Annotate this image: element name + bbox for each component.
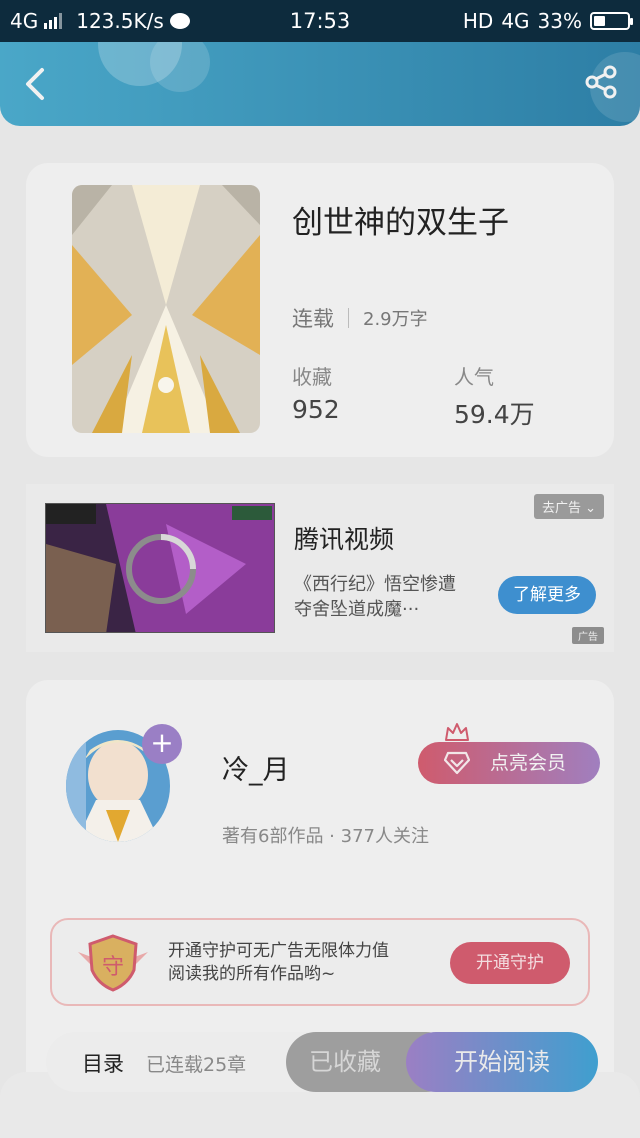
vip-button-label: 点亮会员: [490, 752, 567, 774]
guard-text-line2: 阅读我的所有作品哟~: [168, 964, 336, 984]
crown-icon: [445, 723, 469, 741]
divider: [348, 308, 349, 328]
book-cover[interactable]: [72, 185, 260, 433]
hd-indicator: HD: [462, 9, 494, 33]
network-type-right: 4G: [501, 9, 530, 33]
book-title: 创世神的双生子: [292, 205, 509, 241]
diamond-icon: [444, 751, 470, 775]
status-right: HD 4G 33%: [462, 9, 633, 33]
ad-tag: 广告: [572, 627, 604, 644]
remove-ad-label: 去广告: [541, 501, 581, 516]
serial-status: 连载: [292, 307, 334, 331]
chapter-count: 已连载25章: [146, 1054, 247, 1076]
guard-promo: 守 开通守护可无广告无限体力值 阅读我的所有作品哟~ 开通守护: [50, 918, 590, 1006]
guard-shield-icon: 守: [78, 934, 148, 992]
vip-button[interactable]: 点亮会员: [418, 742, 600, 784]
guard-text-line1: 开通守护可无广告无限体力值: [168, 941, 389, 961]
ad-banner[interactable]: 腾讯视频 《西行纪》悟空惨遭夺舍坠道成魔··· 去广告 ⌄ 了解更多 广告: [26, 484, 614, 652]
popularity-value: 59.4万: [454, 400, 535, 429]
ad-image[interactable]: [45, 503, 275, 633]
guard-text: 开通守护可无广告无限体力值 阅读我的所有作品哟~: [168, 940, 389, 986]
book-status-row: 连载 2.9万字: [292, 303, 428, 333]
collected-label: 已收藏: [309, 1048, 381, 1076]
ad-description: 《西行纪》悟空惨遭夺舍坠道成魔···: [294, 574, 456, 620]
word-count: 2.9万字: [363, 309, 428, 330]
battery-percent: 33%: [537, 9, 582, 33]
chevron-down-icon: ⌄: [585, 501, 596, 516]
toc-button[interactable]: 目录: [82, 1048, 124, 1078]
chevron-left-icon[interactable]: [18, 64, 54, 104]
guard-badge-char: 守: [102, 955, 124, 980]
author-info: 著有6部作品 · 377人关注: [222, 826, 429, 847]
ad-title: 腾讯视频: [294, 525, 395, 554]
remove-ad-button[interactable]: 去广告 ⌄: [533, 494, 604, 519]
start-reading-button[interactable]: 开始阅读: [406, 1032, 598, 1092]
bottom-action-bar: 目录 已连载25章 已收藏 开始阅读: [46, 1032, 598, 1092]
open-guard-button[interactable]: 开通守护: [450, 942, 570, 984]
favorites-value: 952: [292, 395, 340, 424]
author-name: 冷_月: [222, 755, 290, 786]
favorites-label: 收藏: [292, 365, 332, 389]
battery-icon: [590, 12, 633, 30]
popularity-label: 人气: [454, 365, 494, 389]
book-info-card: 创世神的双生子 连载 2.9万字 收藏 952 人气 59.4万: [26, 163, 614, 457]
follow-author-button[interactable]: +: [142, 724, 182, 764]
header: [0, 42, 640, 126]
learn-more-button[interactable]: 了解更多: [498, 576, 596, 614]
share-icon[interactable]: [582, 62, 622, 102]
status-bar: 4G 123.5K/s 17:53 HD 4G 33%: [0, 0, 640, 42]
